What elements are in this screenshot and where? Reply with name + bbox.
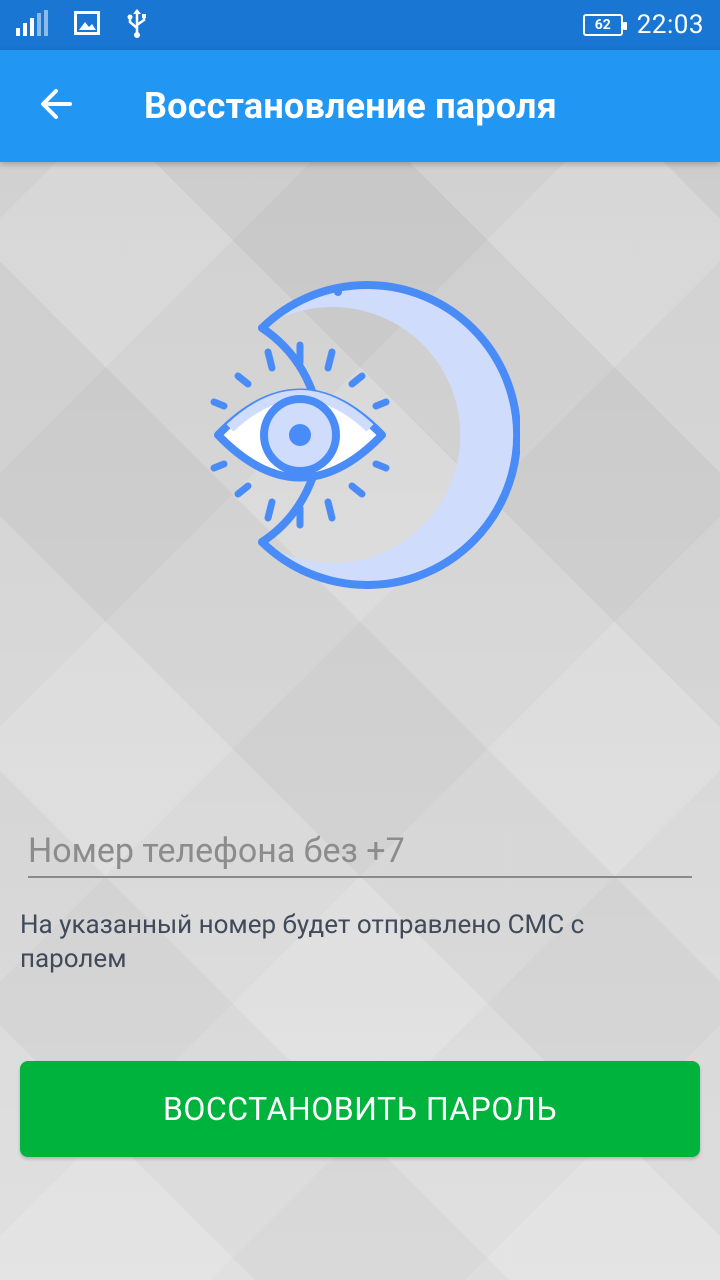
phone-field[interactable] xyxy=(28,826,692,878)
back-button[interactable] xyxy=(0,50,112,162)
arrow-left-icon xyxy=(38,86,74,126)
eye-moon-icon xyxy=(200,280,522,590)
signal-icon xyxy=(16,10,48,40)
clock: 22:03 xyxy=(636,10,704,40)
battery-indicator: 62 xyxy=(582,14,627,36)
image-icon xyxy=(74,11,100,39)
battery-level: 62 xyxy=(594,17,611,33)
page-title: Восстановление пароля xyxy=(144,85,557,127)
phone-input[interactable] xyxy=(28,826,692,876)
app-bar: Восстановление пароля xyxy=(0,50,720,162)
usb-icon xyxy=(126,8,148,42)
status-bar: 62 22:03 xyxy=(0,0,720,50)
restore-password-button[interactable]: ВОССТАНОВИТЬ ПАРОЛЬ xyxy=(20,1061,700,1157)
sms-hint: На указанный номер будет отправлено СМС … xyxy=(20,910,585,974)
